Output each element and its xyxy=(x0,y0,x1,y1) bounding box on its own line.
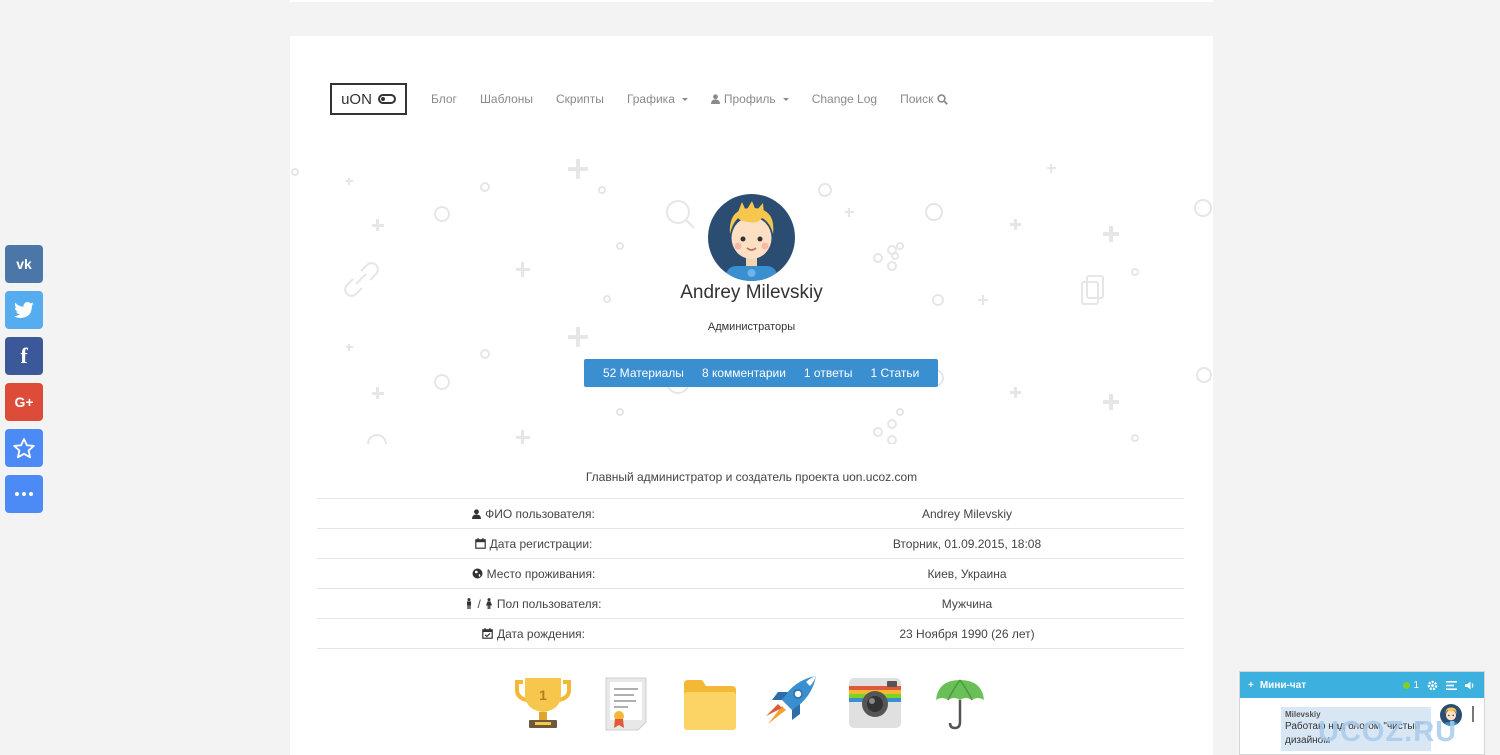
stat-materials[interactable]: 52 Материалы xyxy=(603,366,684,380)
svg-text:1: 1 xyxy=(539,687,547,703)
trophy-icon: 1 xyxy=(515,678,571,728)
mini-chat-tools: 1 xyxy=(1403,680,1476,691)
nav-profile-label: Профиль xyxy=(723,92,776,106)
info-key: Место проживания: xyxy=(486,566,596,581)
twitter-share-button[interactable] xyxy=(5,291,43,329)
info-row-gender: / Пол пользователя: Мужчина xyxy=(317,589,1184,619)
profile-hero: Andrey Milevskiy Администраторы 52 Матер… xyxy=(290,154,1213,444)
nav-changelog-label: Change Log xyxy=(811,92,878,106)
achievement-badges: 1 xyxy=(290,676,1213,732)
nav-changelog[interactable]: Change Log xyxy=(812,92,877,106)
info-key-cell: Дата регистрации: xyxy=(317,537,750,551)
female-icon xyxy=(485,598,492,609)
nav-templates[interactable]: Шаблоны xyxy=(480,92,533,106)
camera-icon xyxy=(849,678,901,728)
folder-icon xyxy=(684,680,736,730)
bookmark-share-button[interactable] xyxy=(5,429,43,467)
globe-icon xyxy=(472,568,483,579)
nav-graphics[interactable]: Графика xyxy=(627,92,688,106)
user-stats: 52 Материалы 8 комментарии 1 ответы 1 Ст… xyxy=(584,359,939,387)
chat-scrollbar[interactable] xyxy=(1472,706,1474,722)
info-key: Пол пользователя: xyxy=(496,596,602,611)
user-name: Andrey Milevskiy xyxy=(680,282,823,303)
facebook-icon: f xyxy=(20,343,28,368)
search-icon xyxy=(937,93,949,105)
stat-comments[interactable]: 8 комментарии xyxy=(702,366,786,380)
male-icon xyxy=(467,598,472,609)
online-count: 1 xyxy=(1413,679,1419,691)
info-key-cell: Дата рождения: xyxy=(317,627,750,641)
caret-down-icon xyxy=(782,97,789,101)
info-value: Мужчина xyxy=(941,596,993,611)
toggle-icon xyxy=(377,94,396,104)
user-icon xyxy=(710,94,720,104)
info-key: Дата рождения: xyxy=(497,626,585,641)
caret-down-icon xyxy=(681,97,688,101)
user-icon xyxy=(472,508,482,519)
online-indicator: 1 xyxy=(1403,680,1419,691)
plus-icon: + xyxy=(1248,679,1254,691)
info-key: ФИО пользователя: xyxy=(485,506,595,521)
nav-scripts-label: Скрипты xyxy=(556,92,604,106)
user-avatar[interactable] xyxy=(708,194,795,281)
mini-chat-title: Мини-чат xyxy=(1259,679,1307,691)
googleplus-icon: G+ xyxy=(14,394,34,410)
user-group: Администраторы xyxy=(707,321,796,333)
profile-card: uON Блог Шаблоны Скрипты Графика Профиль… xyxy=(290,36,1213,755)
online-dot-icon xyxy=(1403,681,1411,689)
info-key-cell: Место проживания: xyxy=(317,567,750,581)
more-icon xyxy=(15,492,33,496)
nav-templates-label: Шаблоны xyxy=(479,92,534,106)
top-strip xyxy=(290,0,1213,2)
mini-chat-title-group: + Мини-чат xyxy=(1248,680,1403,691)
vk-icon: vk xyxy=(16,256,32,272)
logo-text: uON xyxy=(341,90,372,108)
share-sidebar: vk f G+ xyxy=(5,245,43,521)
certificate-icon xyxy=(605,677,647,731)
mini-chat-header[interactable]: + Мини-чат 1 xyxy=(1240,672,1484,698)
info-key-cell: / Пол пользователя: xyxy=(317,597,750,611)
main-nav: uON Блог Шаблоны Скрипты Графика Профиль… xyxy=(330,83,971,115)
calendar-check-icon xyxy=(482,628,493,639)
info-value: 23 Ноября 1990 (26 лет) xyxy=(899,626,1035,641)
gear-icon[interactable] xyxy=(1427,680,1438,691)
info-key-cell: ФИО пользователя: xyxy=(317,507,750,521)
info-row-birthday: Дата рождения: 23 Ноября 1990 (26 лет) xyxy=(317,619,1184,649)
nav-blog-label: Блог xyxy=(431,92,457,106)
user-info-table: ФИО пользователя: Andrey Milevskiy Дата … xyxy=(317,498,1184,649)
volume-icon[interactable] xyxy=(1465,681,1476,690)
vk-share-button[interactable]: vk xyxy=(5,245,43,283)
info-value: Andrey Milevskiy xyxy=(921,506,1013,521)
calendar-icon xyxy=(474,538,486,549)
star-icon xyxy=(13,437,35,458)
nav-search[interactable]: Поиск xyxy=(900,92,949,106)
nav-scripts[interactable]: Скрипты xyxy=(556,92,604,106)
site-logo[interactable]: uON xyxy=(330,83,407,115)
umbrella-icon xyxy=(936,679,984,730)
twitter-icon xyxy=(14,301,34,318)
info-value: Вторник, 01.09.2015, 18:08 xyxy=(892,536,1042,551)
info-row-fullname: ФИО пользователя: Andrey Milevskiy xyxy=(317,499,1184,529)
nav-profile[interactable]: Профиль xyxy=(710,92,789,106)
googleplus-share-button[interactable]: G+ xyxy=(5,383,43,421)
more-share-button[interactable] xyxy=(5,475,43,513)
badges-strip: 1 xyxy=(515,676,984,731)
info-key: Дата регистрации: xyxy=(489,536,593,551)
facebook-share-button[interactable]: f xyxy=(5,337,43,375)
info-row-registered: Дата регистрации: Вторник, 01.09.2015, 1… xyxy=(317,529,1184,559)
nav-blog[interactable]: Блог xyxy=(431,92,457,106)
info-row-location: Место проживания: Киев, Украина xyxy=(317,559,1184,589)
info-value: Киев, Украина xyxy=(927,566,1007,581)
rocket-icon xyxy=(766,676,816,724)
nav-search-label: Поиск xyxy=(900,92,934,106)
list-icon[interactable] xyxy=(1446,680,1457,690)
watermark: UCOZ.RU xyxy=(1318,716,1458,748)
gender-separator: / xyxy=(477,596,481,611)
nav-graphics-label: Графика xyxy=(626,92,675,106)
stat-articles[interactable]: 1 Статьи xyxy=(870,366,919,380)
stat-answers[interactable]: 1 ответы xyxy=(804,366,853,380)
boy-avatar-icon xyxy=(726,201,777,281)
user-about: Главный администратор и создатель проект… xyxy=(585,470,918,484)
